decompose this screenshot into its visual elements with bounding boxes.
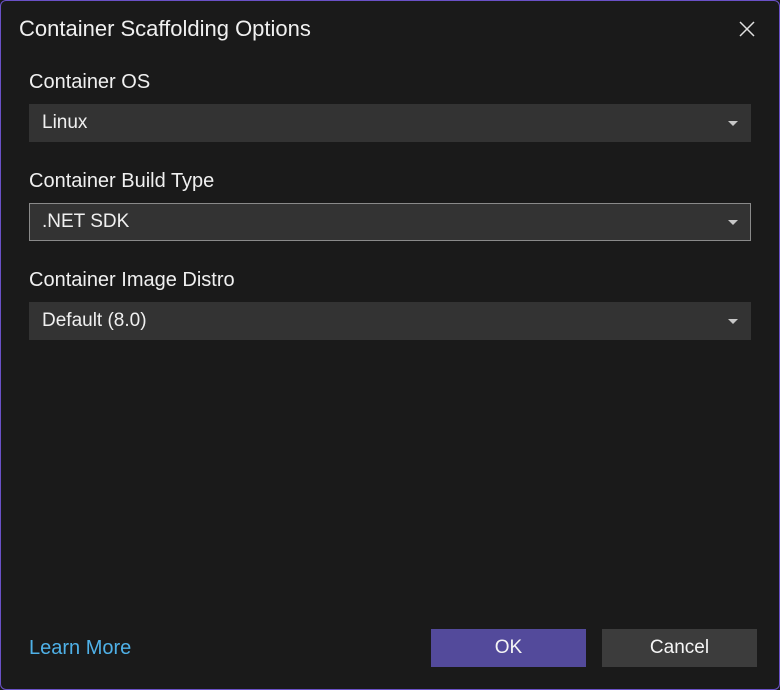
- dialog-container: Container Scaffolding Options Container …: [0, 0, 780, 690]
- image-distro-label: Container Image Distro: [29, 269, 751, 292]
- dialog-content: Container OS Linux Container Build Type …: [1, 53, 779, 615]
- ok-button[interactable]: OK: [431, 629, 586, 667]
- close-icon: [738, 20, 756, 38]
- container-os-field: Container OS Linux: [29, 71, 751, 142]
- close-button[interactable]: [733, 15, 761, 43]
- chevron-down-icon: [728, 220, 738, 225]
- build-type-value: .NET SDK: [42, 211, 129, 233]
- chevron-down-icon: [728, 319, 738, 324]
- container-os-label: Container OS: [29, 71, 751, 94]
- titlebar: Container Scaffolding Options: [1, 1, 779, 53]
- image-distro-field: Container Image Distro Default (8.0): [29, 269, 751, 340]
- build-type-label: Container Build Type: [29, 170, 751, 193]
- container-os-value: Linux: [42, 112, 87, 134]
- learn-more-link[interactable]: Learn More: [29, 637, 131, 660]
- dialog-title: Container Scaffolding Options: [19, 16, 311, 42]
- image-distro-dropdown[interactable]: Default (8.0): [29, 302, 751, 340]
- build-type-dropdown[interactable]: .NET SDK: [29, 203, 751, 241]
- build-type-field: Container Build Type .NET SDK: [29, 170, 751, 241]
- cancel-button[interactable]: Cancel: [602, 629, 757, 667]
- container-os-dropdown[interactable]: Linux: [29, 104, 751, 142]
- button-row: OK Cancel: [431, 629, 757, 667]
- image-distro-value: Default (8.0): [42, 310, 147, 332]
- chevron-down-icon: [728, 121, 738, 126]
- dialog-footer: Learn More OK Cancel: [1, 615, 779, 689]
